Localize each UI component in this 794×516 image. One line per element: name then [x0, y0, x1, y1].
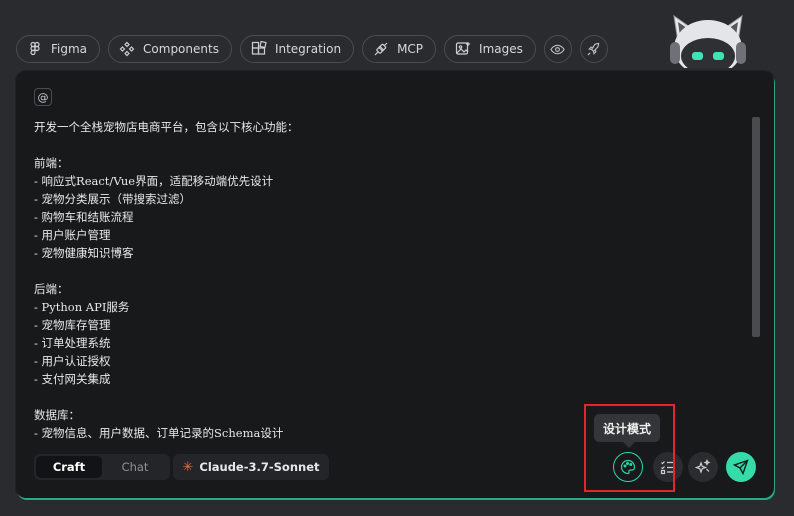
sparkle-magic-icon [695, 459, 711, 474]
send-icon [733, 459, 749, 475]
mcp-label: MCP [397, 42, 424, 56]
at-icon: @ [37, 90, 49, 104]
mode-craft-tab[interactable]: Craft [36, 456, 102, 478]
mode-toggle: Craft Chat [34, 454, 170, 480]
editor-line: - 响应式React/Vue界面，适配移动端优先设计 [34, 174, 274, 188]
image-icon [455, 42, 471, 55]
rocket-icon [587, 42, 600, 56]
editor-line: 后端： [34, 282, 69, 296]
integration-button[interactable]: Integration [239, 35, 355, 63]
preview-button[interactable] [543, 35, 572, 63]
images-button[interactable]: Images [444, 35, 536, 63]
integration-label: Integration [274, 42, 342, 56]
eye-icon [550, 44, 566, 54]
figma-button[interactable]: Figma [16, 35, 101, 63]
checklist-button[interactable] [653, 452, 683, 482]
editor-line: - 订单处理系统 [34, 336, 111, 350]
editor-line: - Python API服务 [34, 300, 130, 314]
prompt-editor[interactable]: 开发一个全栈宠物店电商平台，包含以下核心功能： 前端： - 响应式React/Vue… [34, 118, 746, 448]
editor-line: 前端： [34, 156, 69, 170]
figma-icon [30, 41, 40, 56]
editor-line: - 宠物库存管理 [34, 318, 111, 332]
claude-spark-icon: ✳ [182, 459, 194, 475]
checklist-icon [660, 461, 674, 475]
palette-icon [620, 459, 636, 475]
robot-cat-mascot-icon [670, 14, 746, 74]
integration-icon [251, 41, 267, 55]
editor-line: - 宠物健康知识博客 [34, 246, 134, 260]
prompt-panel: @ 开发一个全栈宠物店电商平台，包含以下核心功能： 前端： - 响应式React/V… [16, 71, 774, 498]
editor-line: - 支付网关集成 [34, 372, 111, 386]
editor-line: 开发一个全栈宠物店电商平台，包含以下核心功能： [34, 120, 299, 134]
mention-button[interactable]: @ [34, 88, 52, 106]
components-icon [119, 41, 135, 57]
components-button[interactable]: Components [108, 35, 232, 63]
enhance-prompt-button[interactable] [688, 452, 718, 482]
mode-chat-tab[interactable]: Chat [102, 456, 168, 478]
design-mode-button[interactable] [613, 452, 643, 482]
deploy-button[interactable] [579, 35, 608, 63]
editor-line: - 用户认证授权 [34, 354, 111, 368]
mcp-plug-icon [374, 42, 388, 56]
images-label: Images [479, 42, 523, 56]
editor-line: - 购物车和结账流程 [34, 210, 134, 224]
figma-label: Figma [51, 42, 88, 56]
components-label: Components [143, 42, 219, 56]
editor-line: - 宠物分类展示（带搜索过滤） [34, 192, 192, 206]
editor-line: - 用户账户管理 [34, 228, 111, 242]
model-selector-button[interactable]: ✳ Claude-3.7-Sonnet [173, 454, 329, 480]
toolbar: Figma Components Integration MCP Images [16, 35, 608, 63]
design-mode-tooltip: 设计模式 [594, 414, 660, 448]
send-button[interactable] [726, 452, 756, 482]
editor-scrollbar[interactable] [752, 117, 760, 337]
model-label: Claude-3.7-Sonnet [199, 460, 320, 474]
mcp-button[interactable]: MCP [362, 35, 437, 63]
